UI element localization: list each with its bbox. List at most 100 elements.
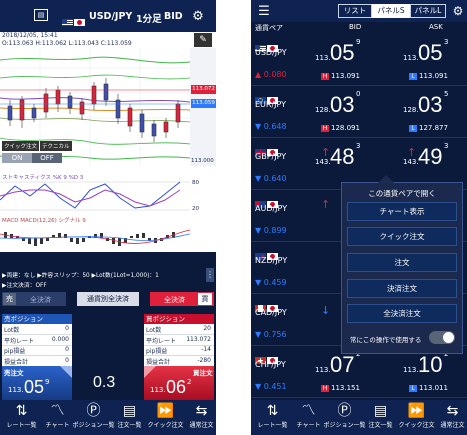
sell-position-table: 売ポジション Lot数 0 平均レート 0.000 pip損益 0 損益合計 0 [2,314,72,367]
pair-symbol: CAD/JPY [255,308,287,317]
buy-settle-all-label: 全決済 [164,296,185,304]
ask-price[interactable]: 113. 05 3 [401,38,461,66]
rate-header: ☰ リスト パネルS パネルL ⚙ [251,0,467,22]
buy-order-button[interactable]: 買注文 113. 06 2 [144,366,214,400]
macd-label: MACD MACD(12,26) シグナル 9 [2,218,86,224]
bid-price-big: 07 [330,352,355,377]
rate-row[interactable]: USD/JPY ▲ 0.080 113. 05 9 113. 05 3 H 113.091 L 113… [251,34,467,86]
pair-selector[interactable]: USD/JPY [89,11,132,22]
draw-pen-icon[interactable]: ✎ [194,33,212,47]
quick-order-off-button[interactable]: OFF [32,153,62,163]
bid-price-pre: 128. [315,106,331,114]
bid-price-pre: 113. [315,366,331,374]
rate-panel-screen: ☰ リスト パネルS パネルL ⚙ 通貨ペア BID ASK USD/JPY ▲ … [251,0,467,435]
bid-price[interactable]: 113. 05 9 [313,38,373,66]
sell-position-title: 売ポジション [2,314,72,324]
sell-settle-all-label: 全決済 [30,296,51,304]
bid-price[interactable]: 128. 03 0 [313,90,373,118]
chart-header: ▤ USD/JPY 1分足 BID ⚙ [0,0,216,32]
spread-value: 0.3 [93,374,116,391]
sell-price-big: 05 [24,377,45,397]
rate-row[interactable]: EUR/JPY ▼ 0.648 128. 03 0 128. 03 5 H 128.091 L 127… [251,86,467,138]
popup-pointer [378,175,394,183]
bid-high: H 113.151 [321,384,360,392]
more-vertical-icon[interactable]: ⋮ [206,268,214,282]
chart-area[interactable]: 2018/12/05, 15:41 O:113.063 H:113.062 L:… [0,32,216,252]
ask-price[interactable]: 128. 03 5 [401,90,461,118]
interval-selector[interactable]: 1分足 [136,11,162,25]
gear-icon[interactable]: ⚙ [191,9,205,24]
position-row: Lot数 0 [2,324,72,335]
sell-corner-triangle [60,366,72,378]
nav-normal-order[interactable]: ⇆ 通常注文 [180,400,216,435]
quick-order-on-button[interactable]: ON [2,153,32,163]
ask-price-pre: 128. [403,106,419,114]
side-selector[interactable]: BID [164,11,183,22]
low-badge-icon: L [409,384,417,392]
menu-chart-display[interactable]: チャート表示 [347,202,457,221]
position-value: 0 [65,346,69,353]
tab-panel-s[interactable]: パネルS [372,4,410,18]
nav-label: 通常注文 [440,422,465,429]
bottom-nav: ⇅ レート一覧 〽チャート Ⓟ ポジション一覧 ▤ 注文一覧 ⏩ クイック注文 ⇆ 通常注… [251,400,467,435]
ask-low-value: 113.011 [419,384,448,392]
bid-price-big: 48 [330,144,355,169]
buy-tag: 買 [198,293,212,305]
chart-ohlc: O:113.063 H:113.062 L:113.043 C:113.059 [2,40,132,47]
bid-down-arrow-icon: ↓ [321,304,331,317]
chart-screen: ▤ USD/JPY 1分足 BID ⚙ 2018/12/05, 15:41 O:… [0,0,216,435]
bid-price-pre: 143. [315,158,331,166]
menu-order[interactable]: 注文 [347,253,457,272]
buy-price-big: 06 [166,377,187,397]
chart-toggle-panel: クイック注文 テクニカル ON OFF [2,141,77,165]
hamburger-menu-icon[interactable]: ☰ [257,4,271,19]
price-tag-current: 113.059 [191,99,216,108]
ask-price-sup: 3 [444,142,449,150]
stochastic-label: ストキャスティクス %K 9 %D 3 [2,175,84,181]
chart-date: 2018/12/05, 15:41 [2,32,58,39]
bid-price-sup: 3 [356,142,361,150]
ask-price[interactable]: 113. 10 2 [401,350,461,378]
bid-price[interactable]: 113. 07 2 [313,350,373,378]
nav-normal-order[interactable]: ⇆ 通常注文 [431,400,467,435]
pair-symbol: NZD/JPY [255,256,288,265]
stoch-tick-80: 80 [192,180,199,186]
daily-change: ▲ 0.080 [255,70,287,79]
always-use-toggle[interactable] [429,331,455,344]
sell-order-label: 売注文 [4,369,24,377]
popup-title: この通貨ペアで開く [368,189,436,198]
daily-change: ▼ 0.899 [255,226,287,235]
sell-order-button[interactable]: 売注文 113. 05 9 [2,366,72,400]
settle-by-pair-button[interactable]: 通貨別全決済 [77,292,139,306]
position-row: 平均レート 113.072 [144,335,214,346]
position-row: 平均レート 0.000 [2,335,72,346]
nav-label: クイック注文 [147,422,184,429]
gear-icon[interactable]: ⚙ [451,4,465,18]
order-settings-line: ▶両建：なし ▶許容スリップ：50 ▶Lot数(1Lot=1,000)：1 [2,273,159,279]
menu-settle-order[interactable]: 決済注文 [347,279,457,298]
nav-label: チャート [45,422,70,429]
buy-order-label: 買注文 [193,369,213,377]
buy-settle-all-button[interactable]: 全決済 買 [150,292,214,306]
pair-flags [62,12,85,31]
nav-label: レート一覧 [257,422,288,429]
buy-corner-triangle [144,366,156,378]
position-key: 平均レート [4,337,35,345]
tab-list[interactable]: リスト [338,4,372,18]
nav-label: 注文一覧 [368,422,393,429]
high-badge-icon: H [321,384,329,392]
menu-grid-icon[interactable]: ▤ [34,9,48,21]
sell-settle-all-button[interactable]: 売 全決済 [2,292,66,306]
nav-label: チャート [296,422,321,429]
position-value: -14 [201,346,211,353]
price-tag-high: 113.072 [191,85,216,94]
nav-label: クイック注文 [398,422,435,429]
tab-panel-l[interactable]: パネルL [410,4,446,18]
col-ask: ASK [429,23,443,31]
high-badge-icon: H [321,124,329,132]
low-badge-icon: L [409,124,417,132]
ask-price-pre: 113. [403,366,419,374]
menu-settle-all-order[interactable]: 全決済注文 [347,304,457,323]
bid-up-arrow-icon: ↑ [321,198,331,211]
menu-quick-order[interactable]: クイック注文 [347,227,457,246]
